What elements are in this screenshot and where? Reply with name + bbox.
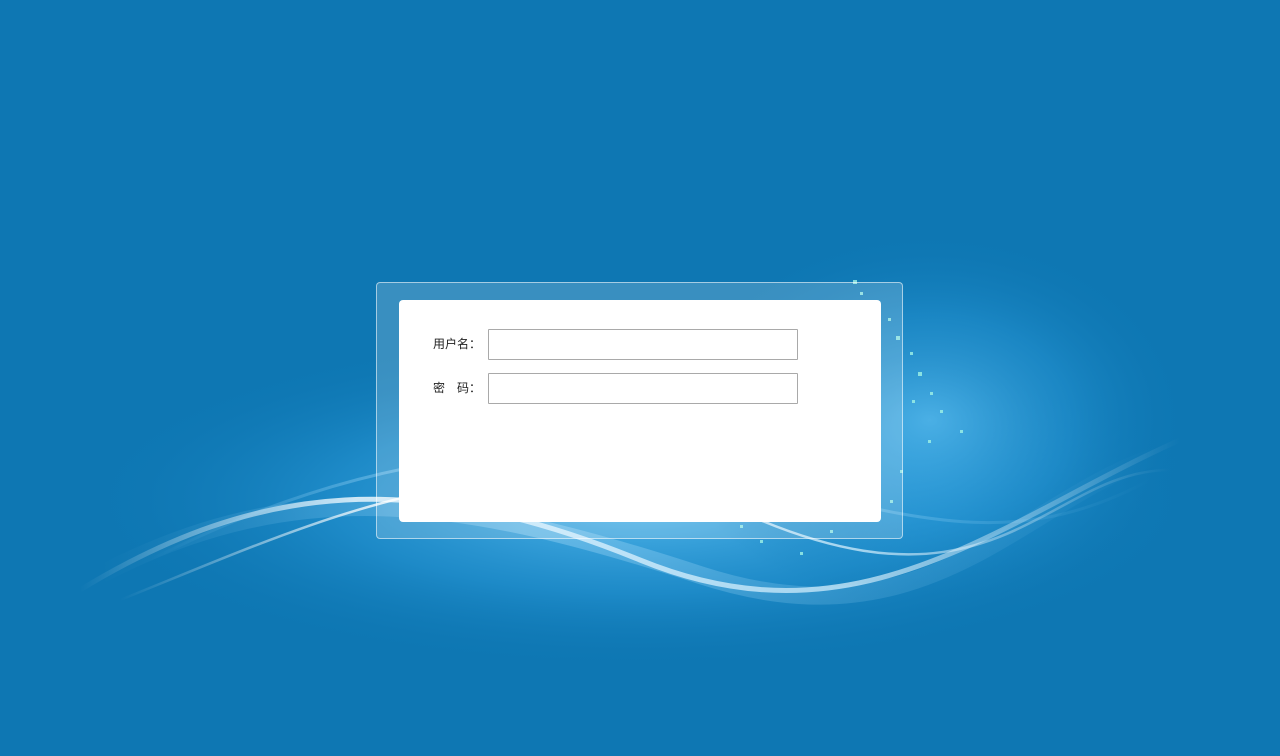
- username-label: 用户名：: [433, 337, 482, 351]
- username-input[interactable]: [488, 329, 798, 360]
- password-row: 密 码：: [399, 373, 881, 404]
- password-label: 密 码：: [433, 381, 482, 395]
- login-panel: 用户名： 密 码：: [399, 300, 881, 522]
- password-input[interactable]: [488, 373, 798, 404]
- username-row: 用户名：: [399, 329, 881, 360]
